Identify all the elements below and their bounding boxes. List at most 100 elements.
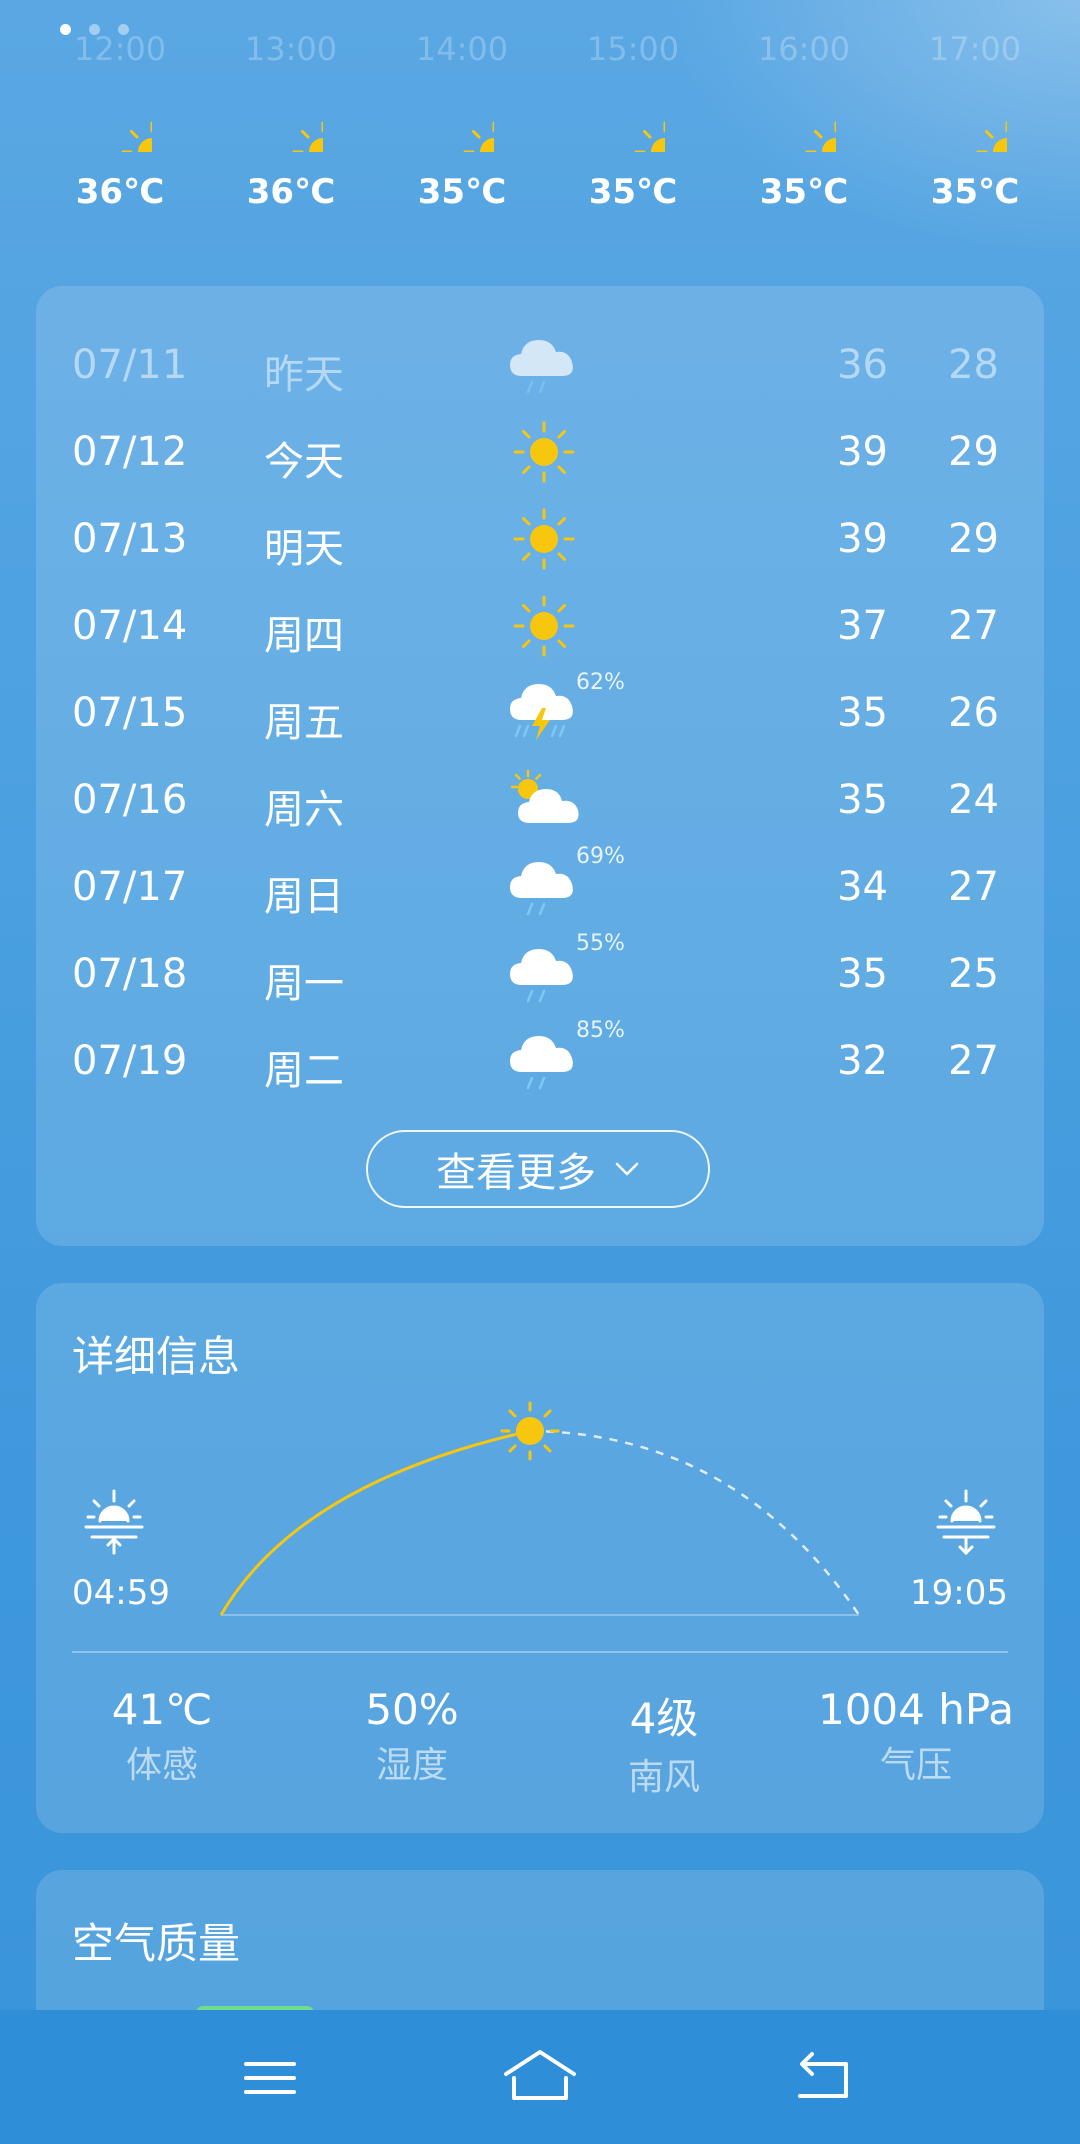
forecast-low: 27 bbox=[948, 603, 999, 649]
hourly-times: 12:00 13:00 14:00 15:00 16:00 17:00 bbox=[0, 30, 1080, 64]
system-navbar bbox=[0, 2010, 1080, 2144]
metric-label: 湿度 bbox=[375, 1745, 448, 1786]
sun-icon bbox=[513, 595, 575, 657]
sun-icon bbox=[377, 88, 547, 156]
forecast-day: 周二 bbox=[264, 1048, 344, 1094]
forecast-day: 周五 bbox=[264, 700, 344, 746]
forecast-high: 34 bbox=[837, 864, 888, 910]
hour-time: 14:00 bbox=[415, 30, 509, 64]
view-more-label: 查看更多 bbox=[436, 1150, 596, 1196]
sun-icon bbox=[513, 508, 575, 570]
hour-time: 17:00 bbox=[928, 30, 1022, 64]
forecast-high: 32 bbox=[837, 1038, 888, 1084]
metric-label: 南风 bbox=[627, 1757, 700, 1798]
chevron-down-icon bbox=[615, 1162, 639, 1176]
forecast-high: 39 bbox=[837, 516, 888, 562]
sunrise-time: 04:59 bbox=[72, 1573, 170, 1613]
forecast-row[interactable]: 07/19 周二 85% 32 27 bbox=[36, 1018, 1044, 1098]
hour-temp: 36℃ bbox=[246, 172, 336, 212]
thunderstorm-icon bbox=[504, 678, 584, 748]
metric-value: 1004 hPa bbox=[817, 1685, 1015, 1734]
home-icon[interactable] bbox=[500, 2046, 580, 2110]
forecast-high: 36 bbox=[837, 342, 888, 388]
forecast-date: 07/15 bbox=[72, 690, 188, 736]
forecast-date: 07/16 bbox=[72, 777, 188, 823]
metric-label: 体感 bbox=[125, 1745, 198, 1786]
hour-time: 12:00 bbox=[73, 30, 167, 64]
cloud-rain-icon bbox=[504, 939, 584, 1009]
partly-cloudy-icon bbox=[504, 765, 584, 835]
forecast-low: 27 bbox=[948, 1038, 999, 1084]
forecast-row[interactable]: 07/17 周日 69% 34 27 bbox=[36, 844, 1044, 924]
back-icon[interactable] bbox=[784, 2046, 864, 2110]
forecast-day: 周六 bbox=[264, 787, 344, 833]
forecast-date: 07/12 bbox=[72, 429, 188, 475]
cloud-rain-icon bbox=[504, 330, 584, 400]
forecast-row[interactable]: 07/11 昨天 36 28 bbox=[36, 322, 1044, 402]
daily-forecast-card: 07/11 昨天 36 28 07/12 今天 39 29 07/13 明天 3… bbox=[36, 286, 1044, 1246]
sunset-time: 19:05 bbox=[910, 1573, 1008, 1613]
forecast-low: 29 bbox=[948, 516, 999, 562]
forecast-row[interactable]: 07/15 周五 62% 35 26 bbox=[36, 670, 1044, 750]
forecast-day: 周日 bbox=[264, 874, 344, 920]
sun-icon bbox=[513, 421, 575, 483]
forecast-low: 26 bbox=[948, 690, 999, 736]
forecast-row[interactable]: 07/13 明天 39 29 bbox=[36, 496, 1044, 576]
precip-prob: 69% bbox=[576, 844, 625, 869]
forecast-low: 28 bbox=[948, 342, 999, 388]
hour-temp: 35℃ bbox=[588, 172, 678, 212]
precip-prob: 62% bbox=[576, 670, 625, 695]
precip-prob: 55% bbox=[576, 931, 625, 956]
forecast-low: 24 bbox=[948, 777, 999, 823]
forecast-high: 35 bbox=[837, 777, 888, 823]
sun-icon bbox=[35, 88, 205, 156]
sunrise-icon bbox=[84, 1489, 144, 1555]
forecast-day: 周四 bbox=[264, 613, 344, 659]
sun-icon bbox=[206, 88, 376, 156]
sun-path-chart bbox=[84, 1401, 996, 1616]
divider bbox=[72, 1651, 1008, 1653]
forecast-day: 今天 bbox=[264, 439, 344, 485]
metric-value: 50% bbox=[365, 1685, 459, 1734]
metric-wind: 4级 南风 bbox=[539, 1685, 789, 1800]
sun-position-icon bbox=[500, 1401, 560, 1461]
forecast-date: 07/19 bbox=[72, 1038, 188, 1084]
forecast-low: 25 bbox=[948, 951, 999, 997]
view-more-button[interactable]: 查看更多 bbox=[366, 1130, 710, 1208]
hour-time: 13:00 bbox=[244, 30, 338, 64]
forecast-day: 昨天 bbox=[264, 352, 344, 398]
metric-pressure: 1004 hPa 气压 bbox=[791, 1685, 1041, 1788]
forecast-low: 27 bbox=[948, 864, 999, 910]
forecast-row[interactable]: 07/16 周六 35 24 bbox=[36, 757, 1044, 837]
forecast-date: 07/14 bbox=[72, 603, 188, 649]
forecast-row[interactable]: 07/14 周四 37 27 bbox=[36, 583, 1044, 663]
forecast-date: 07/11 bbox=[72, 342, 188, 388]
metric-label: 气压 bbox=[879, 1745, 952, 1786]
metrics-row: 41℃ 体感 50% 湿度 4级 南风 1004 hPa 气压 bbox=[36, 1685, 1044, 1798]
air-quality-title: 空气质量 bbox=[72, 1919, 241, 1968]
forecast-high: 35 bbox=[837, 690, 888, 736]
hour-temp: 36℃ bbox=[75, 172, 165, 212]
forecast-date: 07/18 bbox=[72, 951, 188, 997]
hour-time: 16:00 bbox=[757, 30, 851, 64]
metric-humidity: 50% 湿度 bbox=[287, 1685, 537, 1788]
forecast-date: 07/13 bbox=[72, 516, 188, 562]
menu-icon[interactable] bbox=[230, 2046, 310, 2110]
precip-prob: 85% bbox=[576, 1018, 625, 1043]
metric-value: 4级 bbox=[629, 1694, 699, 1743]
forecast-high: 37 bbox=[837, 603, 888, 649]
metric-value: 41℃ bbox=[111, 1685, 213, 1734]
sun-icon bbox=[548, 88, 718, 156]
hour-temp: 35℃ bbox=[759, 172, 849, 212]
forecast-row[interactable]: 07/18 周一 55% 35 25 bbox=[36, 931, 1044, 1011]
sun-icon bbox=[719, 88, 889, 156]
forecast-date: 07/17 bbox=[72, 864, 188, 910]
forecast-day: 周一 bbox=[264, 961, 344, 1007]
cloud-rain-icon bbox=[504, 852, 584, 922]
hour-temp: 35℃ bbox=[417, 172, 507, 212]
forecast-row[interactable]: 07/12 今天 39 29 bbox=[36, 409, 1044, 489]
sun-icon bbox=[890, 88, 1060, 156]
forecast-low: 29 bbox=[948, 429, 999, 475]
metric-feels-like: 41℃ 体感 bbox=[37, 1685, 287, 1788]
forecast-high: 35 bbox=[837, 951, 888, 997]
